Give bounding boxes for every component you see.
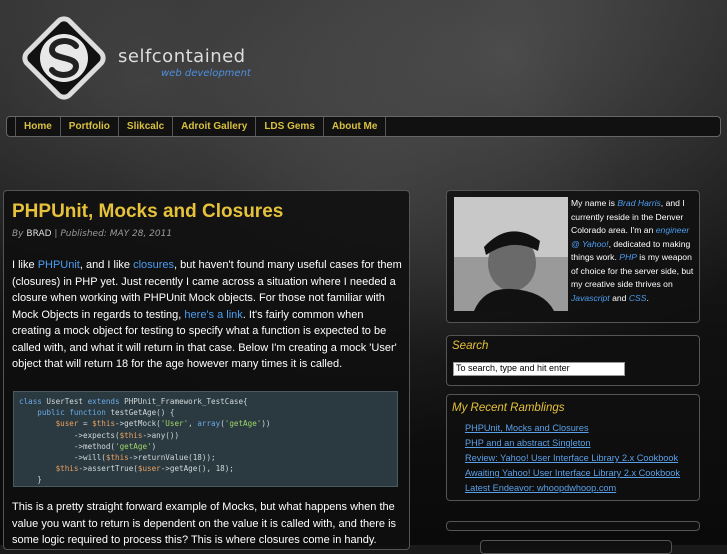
text: and [609,292,629,303]
nav-item-about-me[interactable]: About Me [324,117,387,136]
by-label: By [12,229,24,239]
recent-ramblings-widget: My Recent Ramblings PHPUnit, Mocks and C… [446,394,700,501]
search-title: Search [452,340,489,352]
text: My name is [571,198,618,208]
search-widget: Search To search, type and hit enter [446,335,700,386]
site-logo[interactable] [20,14,108,102]
list-item[interactable]: PHP and an abstract Singleton [465,436,680,451]
main-nav: Home Portfolio Slikcalc Adroit Gallery L… [6,116,721,137]
code-block: class UserTest extends PHPUnit_Framework… [13,391,398,487]
post-title[interactable]: PHPUnit, Mocks and Closures [12,201,283,223]
author-photo-image [454,197,568,311]
text: . [646,292,649,303]
post-author: BRAD [26,229,52,239]
search-input[interactable]: To search, type and hit enter [453,362,625,376]
nav-item-adroit-gallery[interactable]: Adroit Gallery [173,117,257,136]
about-text: My name is Brad Harris, and I currently … [571,197,698,305]
text: I like [12,259,38,271]
list-item[interactable]: Awaiting Yahoo! User Interface Library 2… [465,466,680,481]
nav-item-slikcalc[interactable]: Slikcalc [119,117,174,136]
javascript-link[interactable]: Javascript [571,293,610,303]
blog-post: PHPUnit, Mocks and Closures By BRAD | Pu… [3,190,410,550]
list-item[interactable]: PHPUnit, Mocks and Closures [465,421,680,436]
css-link[interactable]: CSS [629,293,647,303]
nav-item-portfolio[interactable]: Portfolio [61,117,119,136]
text: , and I like [79,259,134,271]
tagline: web development [161,68,251,79]
mock-objects-link[interactable]: here's a link [184,309,242,321]
published-label: Published: [60,229,107,239]
post-meta: By BRAD | Published: MAY 28, 2011 [12,229,173,239]
list-item[interactable]: Review: Yahoo! User Interface Library 2.… [465,451,680,466]
about-widget: My name is Brad Harris, and I currently … [446,190,700,323]
post-date: MAY 28, 2011 [109,229,173,239]
nav-item-home[interactable]: Home [15,117,61,136]
closures-link[interactable]: closures [133,259,174,271]
post-paragraph-1: I like PHPUnit, and I like closures, but… [12,257,404,373]
post-paragraph-2: This is a pretty straight forward exampl… [12,501,397,546]
author-photo [454,197,568,311]
list-item[interactable]: Latest Endeavor: whoopdwhoop.com [465,481,680,496]
ramblings-title: My Recent Ramblings [452,402,565,414]
sidebar-widget-partial [446,521,700,531]
php-link[interactable]: PHP [619,252,637,262]
brand-name[interactable]: selfcontained [118,46,246,67]
phpunit-link[interactable]: PHPUnit [38,259,80,271]
sidebar-widget-partial-2 [480,540,672,554]
author-name[interactable]: Brad Harris [617,198,660,208]
ramblings-list: PHPUnit, Mocks and Closures PHP and an a… [465,421,680,496]
nav-item-lds-gems[interactable]: LDS Gems [256,117,324,136]
